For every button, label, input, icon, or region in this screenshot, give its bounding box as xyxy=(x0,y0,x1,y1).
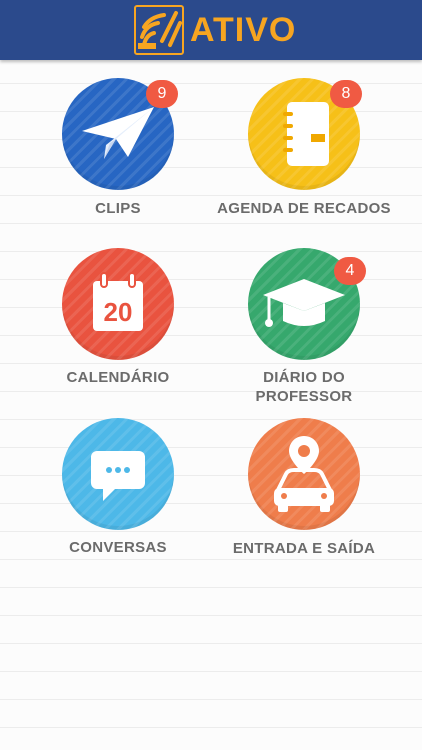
app-logo: ATIVO xyxy=(134,4,296,56)
diario-label-line1: DIÁRIO DO xyxy=(263,369,345,386)
entrada-saida-circle[interactable] xyxy=(248,418,360,530)
diario-label: DIÁRIO DO PROFESSOR xyxy=(204,368,404,406)
calendario-circle[interactable]: 20 xyxy=(62,248,174,360)
diario-badge: 4 xyxy=(334,257,366,285)
conversas-label: CONVERSAS xyxy=(69,539,167,556)
sun-rays-icon xyxy=(134,5,184,55)
agenda-label: AGENDA DE RECADOS xyxy=(217,200,391,217)
diario-label-line2: PROFESSOR xyxy=(255,388,353,405)
chat-bubble-icon xyxy=(62,418,174,530)
calendar-icon: 20 xyxy=(62,248,174,360)
app-title: ATIVO xyxy=(190,10,297,49)
car-location-icon xyxy=(248,418,360,530)
conversas-circle[interactable] xyxy=(62,418,174,530)
calendario-label: CALENDÁRIO xyxy=(66,369,170,386)
clips-label: CLIPS xyxy=(95,200,141,217)
calendar-day-number: 20 xyxy=(104,297,133,327)
agenda-badge: 8 xyxy=(330,80,362,108)
app-header: ATIVO xyxy=(0,0,422,60)
entrada-saida-label: ENTRADA E SAÍDA xyxy=(232,540,376,557)
clips-badge: 9 xyxy=(146,80,178,108)
